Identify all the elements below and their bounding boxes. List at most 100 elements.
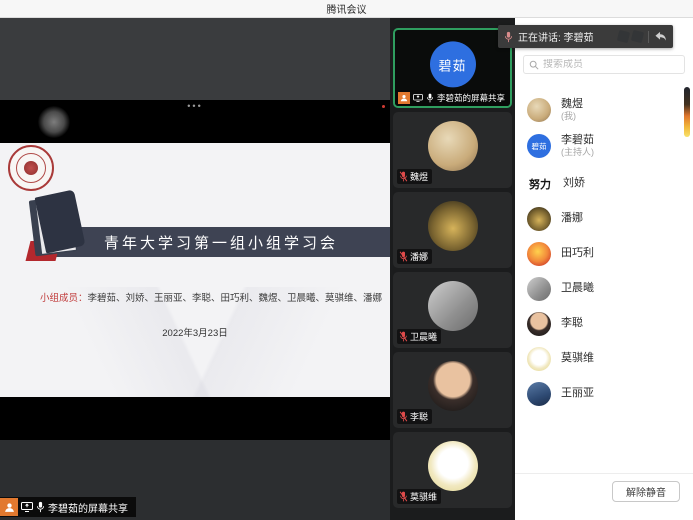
university-logo-ring	[16, 153, 46, 183]
ghost-icon	[617, 30, 630, 43]
video-tile[interactable]: 李聪	[393, 352, 512, 428]
video-tile-speaker[interactable]: 碧茹 李碧茹的屏幕共享	[393, 28, 512, 108]
video-tile[interactable]: 潘娜	[393, 192, 512, 268]
avatar-text: 努力	[529, 176, 551, 192]
toast-divider	[648, 31, 649, 43]
participant-name: 李碧茹	[561, 134, 594, 148]
share-banner-text: 李碧茹的屏幕共享	[48, 500, 128, 515]
unmute-button[interactable]: 解除静音	[612, 481, 680, 502]
recording-dot-icon	[382, 105, 385, 108]
speaking-toast-text: 正在讲话: 李碧茹	[518, 29, 594, 44]
shared-slide: 青年大学习第一组小组学习会 小组成员：李碧茹、刘娇、王丽亚、李聪、田巧利、魏煜、…	[0, 143, 390, 397]
speaker-tile-label: 李碧茹的屏幕共享	[437, 92, 505, 104]
participant-name: 王丽亚	[561, 387, 594, 401]
tile-name-label: 莫骐维	[397, 489, 441, 504]
video-thumbnail-strip: 碧茹 李碧茹的屏幕共享 魏煜	[390, 18, 515, 520]
search-input[interactable]	[543, 59, 679, 70]
participant-row[interactable]: 卫晨曦	[527, 273, 682, 305]
meeting-window: 腾讯会议 ••• 青年大学习第一组小组学习会	[0, 0, 693, 520]
tile-name: 潘娜	[410, 250, 428, 263]
participant-name: 卫晨曦	[561, 282, 594, 296]
participant-name: 潘娜	[561, 212, 583, 226]
avatar	[527, 242, 551, 266]
panel-footer-divider	[515, 473, 693, 474]
tile-name: 李聪	[410, 410, 428, 423]
speaking-toast: 正在讲话: 李碧茹	[498, 25, 673, 48]
window-titlebar: 腾讯会议	[0, 0, 693, 18]
book-illustration	[26, 189, 84, 263]
avatar	[527, 277, 551, 301]
screen-share-icon	[21, 502, 33, 512]
participant-row[interactable]: 碧茹 李碧茹 (主持人)	[527, 128, 682, 164]
participant-row[interactable]: 魏煜 (我)	[527, 92, 682, 128]
avatar: 碧茹	[430, 41, 476, 87]
avatar: 碧茹	[527, 134, 551, 158]
screen-share-view: ••• 青年大学习第一组小组学习会 小组成员：李碧茹、刘娇、王丽亚、李聪、田巧利…	[0, 18, 390, 520]
participants-panel: 魏煜 (我) 碧茹 李碧茹 (主持人) 努力 刘娇 潘娜 田巧利	[515, 18, 693, 520]
participant-row[interactable]: 王丽亚	[527, 378, 682, 410]
slide-title-banner: 青年大学习第一组小组学习会	[52, 227, 390, 257]
participant-row[interactable]: 李聪	[527, 308, 682, 340]
avatar-initials: 碧茹	[438, 55, 466, 74]
screen-share-icon	[413, 94, 423, 102]
avatar	[428, 281, 478, 331]
participant-name: 田巧利	[561, 247, 594, 261]
search-box[interactable]	[523, 55, 685, 74]
slide-member-list: 小组成员：李碧茹、刘娇、王丽亚、李聪、田巧利、魏煜、卫晨曦、莫骐维、潘娜	[40, 290, 382, 304]
avatar	[527, 312, 551, 336]
share-banner: 李碧茹的屏幕共享	[0, 497, 136, 517]
tile-name: 莫骐维	[410, 490, 437, 503]
avatar	[428, 441, 478, 491]
toast-collapse-arrow-icon[interactable]	[654, 31, 667, 42]
participant-name: 莫骐维	[561, 352, 594, 366]
mic-muted-icon	[399, 331, 408, 342]
participant-name: 魏煜	[561, 98, 583, 112]
participant-tag: (我)	[561, 111, 583, 122]
reaction-ghost-icons	[618, 31, 643, 42]
avatar	[428, 361, 478, 411]
participant-name: 刘娇	[563, 177, 585, 191]
avatar	[428, 201, 478, 251]
avatar-initials: 碧茹	[532, 141, 547, 152]
tile-name-label: 潘娜	[397, 249, 432, 264]
participant-row[interactable]: 莫骐维	[527, 343, 682, 375]
mic-on-icon	[36, 501, 45, 513]
university-logo-core	[24, 161, 38, 175]
tile-name: 卫晨曦	[410, 330, 437, 343]
search-icon	[529, 60, 539, 70]
participant-row[interactable]: 潘娜	[527, 203, 682, 235]
speaker-tile-statusbar: 李碧茹的屏幕共享	[395, 90, 510, 106]
avatar	[527, 347, 551, 371]
participant-row[interactable]: 努力 刘娇	[527, 168, 682, 200]
avatar	[428, 121, 478, 171]
mic-muted-icon	[399, 251, 408, 262]
slide-members-names: 李碧茹、刘娇、王丽亚、李聪、田巧利、魏煜、卫晨曦、莫骐维、潘娜	[88, 293, 383, 304]
camera-glow-blob	[38, 106, 70, 138]
tile-name-label: 魏煜	[397, 169, 432, 184]
tile-name: 魏煜	[410, 170, 428, 183]
participant-tag: (主持人)	[561, 147, 594, 158]
video-tile[interactable]: 魏煜	[393, 112, 512, 188]
avatar	[527, 207, 551, 231]
share-letterbox-top	[0, 18, 390, 100]
tile-name-label: 李聪	[397, 409, 432, 424]
participant-row[interactable]: 田巧利	[527, 238, 682, 270]
presenter-icon	[0, 498, 18, 516]
avatar: 努力	[527, 172, 553, 196]
video-tile[interactable]: 卫晨曦	[393, 272, 512, 348]
presenter-icon	[398, 92, 410, 104]
slide-title: 青年大学习第一组小组学习会	[104, 232, 338, 253]
avatar	[527, 382, 551, 406]
slide-members-label: 小组成员：	[40, 293, 88, 304]
slide-date: 2022年3月23日	[0, 325, 390, 339]
avatar	[527, 98, 551, 122]
mic-on-icon	[426, 93, 434, 103]
ghost-icon	[631, 30, 644, 43]
participant-name: 李聪	[561, 317, 583, 331]
mic-speaking-icon	[504, 31, 513, 43]
video-tile[interactable]: 莫骐维	[393, 432, 512, 508]
window-title: 腾讯会议	[327, 1, 367, 16]
mic-muted-icon	[399, 491, 408, 502]
university-logo	[8, 145, 54, 191]
tile-name-label: 卫晨曦	[397, 329, 441, 344]
